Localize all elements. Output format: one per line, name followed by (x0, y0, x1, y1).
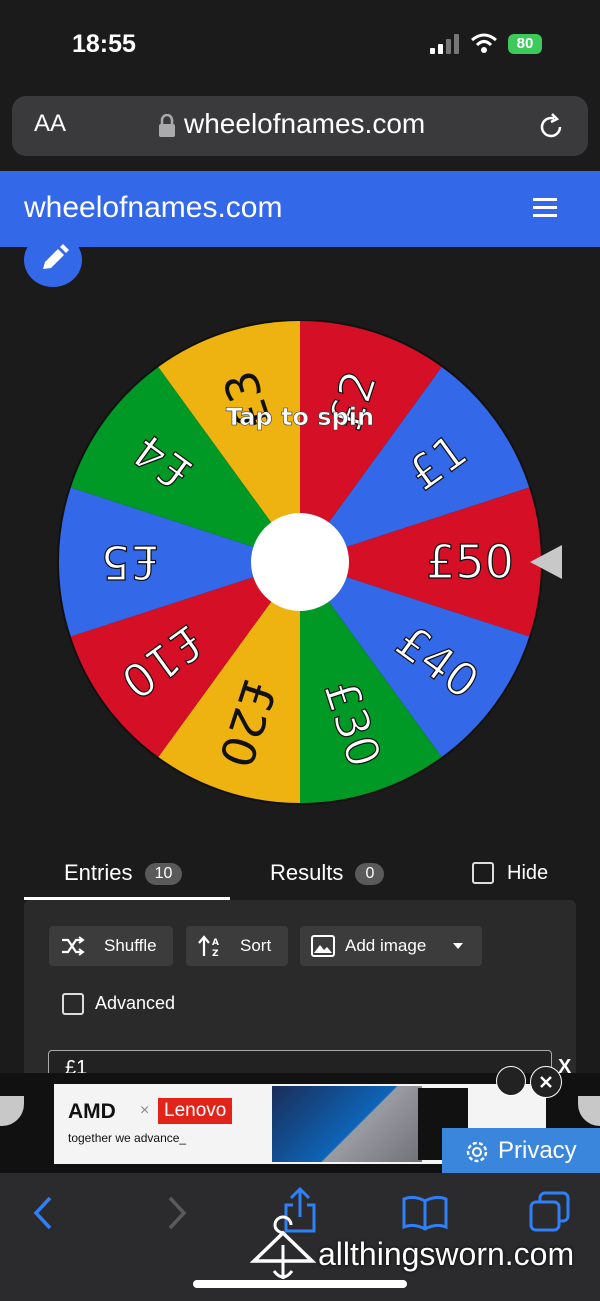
tab-entries-label: Entries (64, 860, 133, 885)
sort-icon: A Z (198, 935, 219, 957)
signal-icon (430, 34, 460, 54)
edit-button[interactable] (24, 233, 82, 287)
entries-count-badge: 10 (144, 863, 183, 886)
tab-entries[interactable]: Entries 10 (64, 860, 183, 886)
svg-text:A: A (212, 938, 219, 948)
svg-text:Z: Z (212, 949, 219, 957)
hide-label: Hide (507, 862, 549, 884)
site-header: wheelofnames.com (0, 171, 600, 247)
ad-choice-icon[interactable] (496, 1066, 526, 1096)
hamburger-menu-icon[interactable] (533, 197, 557, 219)
site-title[interactable]: wheelofnames.com (24, 191, 282, 225)
ad-tagline: together we advance_ (68, 1131, 187, 1145)
spin-wheel[interactable]: £1£50£40£30£20£10£5£4£3 £2 Tap to spin (0, 320, 600, 810)
gear-icon (466, 1141, 488, 1163)
address-bar[interactable]: AA wheelofnames.com (12, 96, 588, 156)
wheel-segment-label: £50 (426, 535, 514, 589)
tabs-icon[interactable] (528, 1191, 572, 1233)
battery-indicator: 80 (508, 34, 542, 54)
home-indicator (193, 1280, 407, 1288)
shuffle-icon (62, 936, 85, 956)
back-icon[interactable] (30, 1195, 58, 1231)
results-count-badge: 0 (355, 863, 385, 886)
add-image-button[interactable]: Add image (300, 926, 482, 966)
advanced-label: Advanced (95, 993, 176, 1013)
privacy-label: Privacy (498, 1137, 577, 1164)
tab-results-label: Results (270, 860, 344, 885)
sort-button[interactable]: A Z Sort (186, 926, 288, 966)
status-bar: 18:55 80 (0, 0, 600, 90)
hanger-logo-icon (250, 1215, 316, 1279)
hide-checkbox-box[interactable] (472, 862, 494, 884)
times-icon: × (140, 1102, 150, 1119)
tab-results[interactable]: Results 0 (270, 860, 385, 886)
close-icon (540, 1076, 552, 1088)
add-image-label: Add image (345, 936, 427, 955)
lenovo-logo: Lenovo (158, 1098, 233, 1124)
laptop-image (272, 1086, 422, 1162)
privacy-button[interactable]: Privacy (442, 1128, 600, 1174)
reload-icon[interactable] (536, 112, 566, 142)
clock: 18:55 (72, 30, 136, 58)
shuffle-button[interactable]: Shuffle (49, 926, 173, 966)
sort-label: Sort (240, 936, 272, 955)
url-text[interactable]: wheelofnames.com (184, 108, 425, 140)
wheel-segment-label: £5 (101, 535, 160, 589)
pencil-icon (43, 244, 69, 269)
tap-to-spin-label: Tap to spin (226, 403, 374, 431)
text-size-button[interactable]: AA (34, 110, 66, 138)
watermark-text: allthingsworn.com (318, 1236, 575, 1272)
forward-icon (168, 1196, 187, 1230)
wheel-center[interactable] (251, 513, 349, 611)
shuffle-label: Shuffle (104, 936, 157, 955)
amd-logo: AMD (68, 1100, 116, 1123)
advanced-checkbox-box[interactable] (62, 993, 84, 1015)
ad-close-button[interactable] (530, 1066, 562, 1098)
lock-icon (159, 114, 175, 137)
bookmarks-icon[interactable] (402, 1195, 448, 1231)
image-icon (311, 935, 335, 957)
wifi-icon (471, 33, 497, 53)
chevron-down-icon (453, 943, 463, 949)
